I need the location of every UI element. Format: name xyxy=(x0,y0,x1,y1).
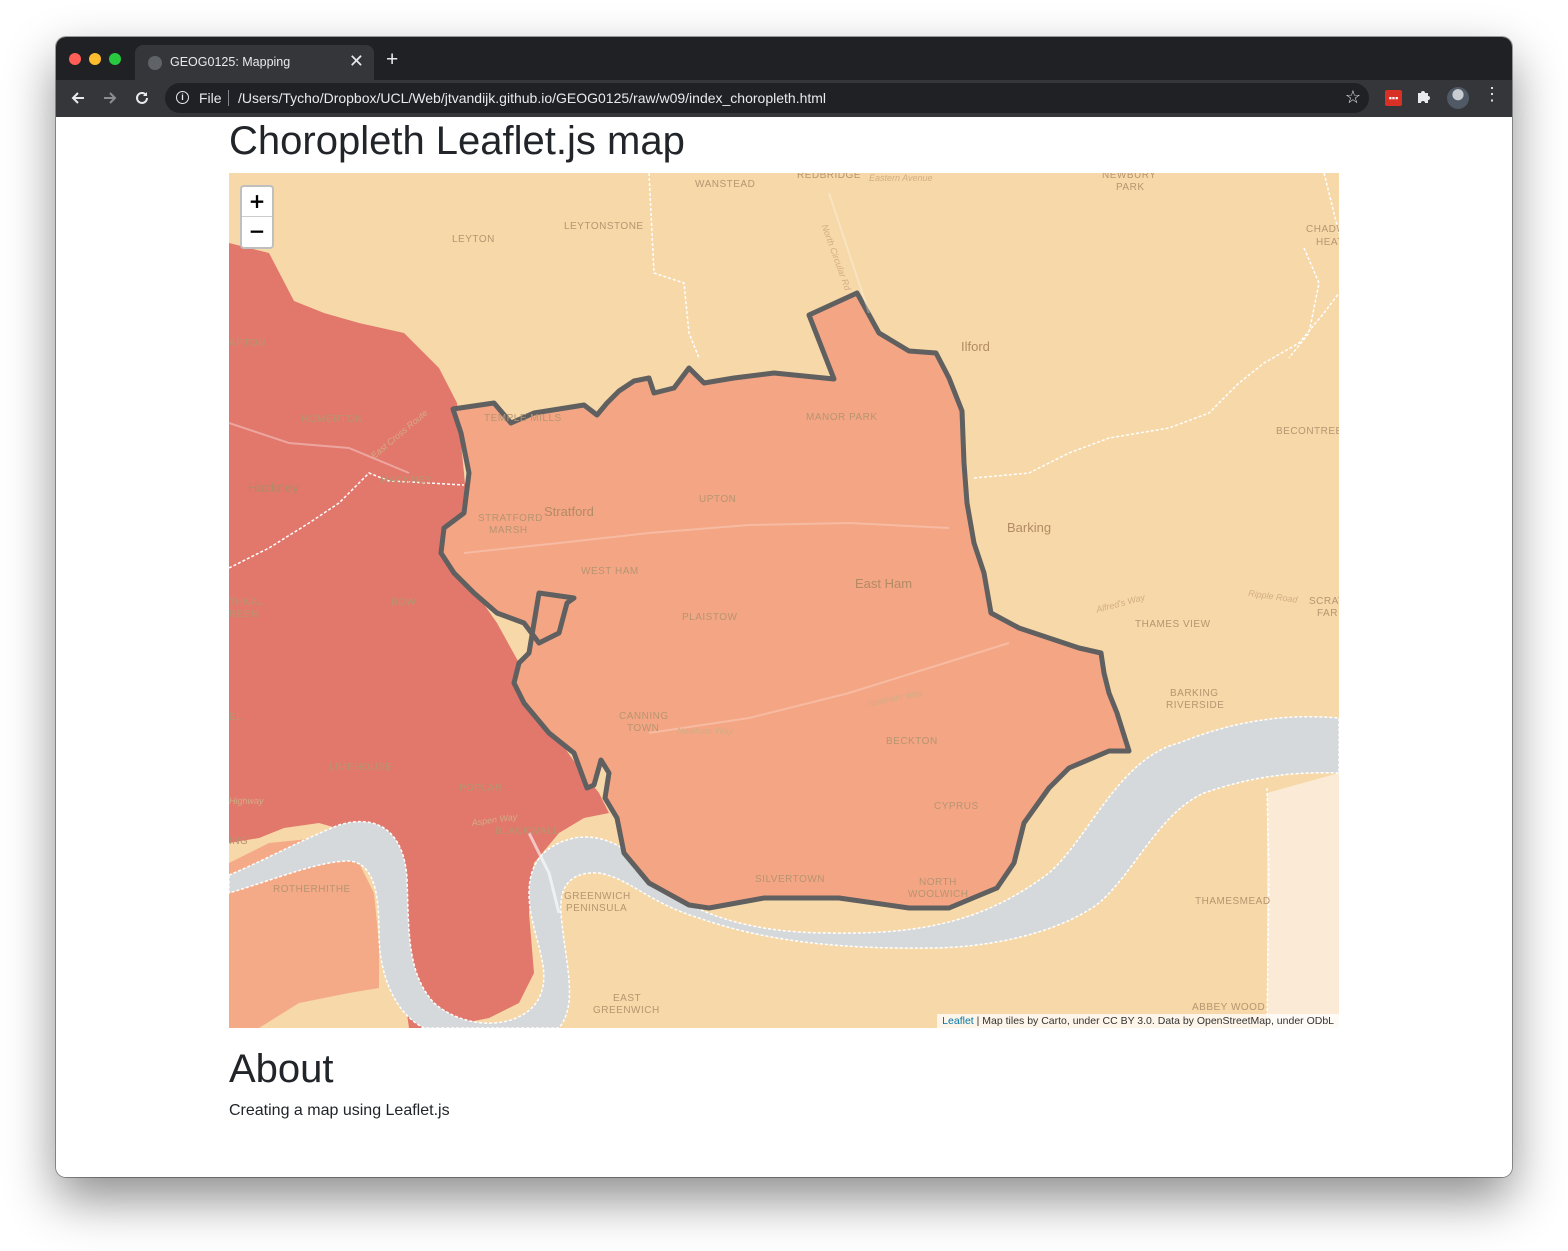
map-label: REDBRIDGE xyxy=(797,173,861,181)
map-label: REEN xyxy=(229,609,259,620)
map-label: WANSTEAD xyxy=(695,179,756,190)
attribution-text: | Map tiles by Carto, under CC BY 3.0. D… xyxy=(973,1015,1334,1027)
map-label: UPTON xyxy=(699,494,737,505)
map-label: BECKTON xyxy=(886,736,938,747)
omnibox-divider xyxy=(228,90,229,106)
extension-icon[interactable]: ▪▪▪ xyxy=(1385,90,1402,106)
tab-title: GEOG0125: Mapping xyxy=(170,55,291,69)
map-label: BECONTREE xyxy=(1276,426,1339,437)
map-label: EL xyxy=(229,712,243,723)
map-label: THNAL xyxy=(229,597,265,608)
map-label: WEST HAM xyxy=(581,566,639,577)
map-label: SCRAT xyxy=(1309,596,1339,607)
new-tab-button[interactable]: + xyxy=(386,49,398,70)
leaflet-link[interactable]: Leaflet xyxy=(942,1015,974,1027)
browser-tab[interactable]: GEOG0125: Mapping ✕ xyxy=(135,45,374,80)
back-icon[interactable] xyxy=(64,84,92,112)
map-label: Stratford xyxy=(544,504,594,519)
map-label: ROTHERHITHE xyxy=(273,884,351,895)
borough-boundary xyxy=(1288,247,1320,359)
page-content: Choropleth Leaflet.js map WANSTEAD REDBR… xyxy=(56,117,1512,1177)
map-label: BARKING xyxy=(1170,688,1219,699)
map-label: WOOLWICH xyxy=(908,889,969,900)
map-label: CANNING xyxy=(619,711,669,722)
window-close-button[interactable] xyxy=(69,53,81,65)
tab-close-icon[interactable]: ✕ xyxy=(349,52,364,70)
map-label: PLAISTOW xyxy=(682,612,738,623)
map-label: GREENWICH xyxy=(564,891,631,902)
zoom-out-button[interactable]: − xyxy=(242,217,272,246)
map-label: HOMERTON xyxy=(301,414,363,425)
map-label: NEWBURY xyxy=(1102,173,1157,181)
map-label: LEYTONSTONE xyxy=(564,221,644,232)
borough-boundary xyxy=(648,173,700,359)
map-label: LEYTON xyxy=(452,234,495,245)
url-text[interactable]: /Users/Tycho/Dropbox/UCL/Web/jtvandijk.g… xyxy=(238,90,826,106)
extensions-puzzle-icon[interactable] xyxy=(1416,85,1432,109)
bookmark-star-icon[interactable]: ☆ xyxy=(1345,87,1361,108)
zoom-in-button[interactable]: + xyxy=(242,187,272,217)
map-label: LIMEHOUSE xyxy=(329,762,393,773)
scheme-label: File xyxy=(199,90,222,106)
map-label: Barking xyxy=(1007,520,1052,535)
map-label: STRATFORD xyxy=(478,513,543,524)
map-label: MARSH xyxy=(489,525,528,536)
map-label: EAST xyxy=(613,993,642,1004)
map-label: FAR xyxy=(1317,608,1338,619)
map-label: BLACKWALL xyxy=(495,826,560,837)
zoom-control: + − xyxy=(240,185,274,249)
browser-toolbar: i File /Users/Tycho/Dropbox/UCL/Web/jtva… xyxy=(56,80,1512,117)
map-label: CHADWE xyxy=(1306,224,1339,235)
tab-strip: GEOG0125: Mapping ✕ + xyxy=(56,37,1512,80)
road-label: Eastern Avenue xyxy=(869,173,933,183)
map-label: HACKNEY xyxy=(381,475,433,486)
forward-icon[interactable] xyxy=(96,84,124,112)
road-label: Newham Way xyxy=(677,726,733,736)
map-label: Ilford xyxy=(961,339,990,354)
map-label: THAMESMEAD xyxy=(1195,896,1271,907)
map-label: PENINSULA xyxy=(566,903,628,914)
map-label: RIVERSIDE xyxy=(1166,700,1225,711)
map-attribution: Leaflet | Map tiles by Carto, under CC B… xyxy=(937,1014,1339,1028)
map-label: TOWN xyxy=(627,723,660,734)
globe-icon xyxy=(148,56,162,70)
menu-kebab-icon[interactable]: ⋮ xyxy=(1483,84,1501,105)
map-label: SILVERTOWN xyxy=(755,874,826,885)
map-label: Hackney xyxy=(248,480,299,495)
borough-boundary xyxy=(973,292,1339,479)
map-label: TEMPLE MILLS xyxy=(484,413,562,424)
pale-area xyxy=(1267,773,1339,1028)
map-label: HEATH xyxy=(1316,237,1339,248)
window-maximize-button[interactable] xyxy=(109,53,121,65)
address-bar[interactable]: i File /Users/Tycho/Dropbox/UCL/Web/jtva… xyxy=(165,83,1369,113)
reload-icon[interactable] xyxy=(128,84,156,112)
map-label: MANOR PARK xyxy=(806,412,878,423)
map-label: POPLAR xyxy=(459,783,503,794)
map-label: GREENWICH xyxy=(593,1005,660,1016)
info-icon[interactable]: i xyxy=(176,91,189,104)
map-label: THAMES VIEW xyxy=(1135,619,1211,630)
map-label: CYPRUS xyxy=(934,801,979,812)
map-label: BOW xyxy=(391,597,417,608)
map-label: PARK xyxy=(1116,182,1145,193)
map-label: ABBEY WOOD xyxy=(1192,1002,1266,1013)
browser-window: GEOG0125: Mapping ✕ + i File /Users/Tych… xyxy=(56,37,1512,1177)
map-label: APTON xyxy=(229,338,266,349)
map-label: ING xyxy=(229,836,249,847)
map-label: NORTH xyxy=(919,877,957,888)
about-text: Creating a map using Leaflet.js xyxy=(229,1102,450,1119)
leaflet-map[interactable]: WANSTEAD REDBRIDGE NEWBURY PARK LEYTON L… xyxy=(229,173,1339,1028)
map-label: East Ham xyxy=(855,576,913,591)
profile-avatar[interactable] xyxy=(1447,87,1469,109)
window-minimize-button[interactable] xyxy=(89,53,101,65)
about-heading: About xyxy=(229,1047,334,1091)
page-title: Choropleth Leaflet.js map xyxy=(229,119,685,163)
road-label: Highway xyxy=(229,796,264,806)
